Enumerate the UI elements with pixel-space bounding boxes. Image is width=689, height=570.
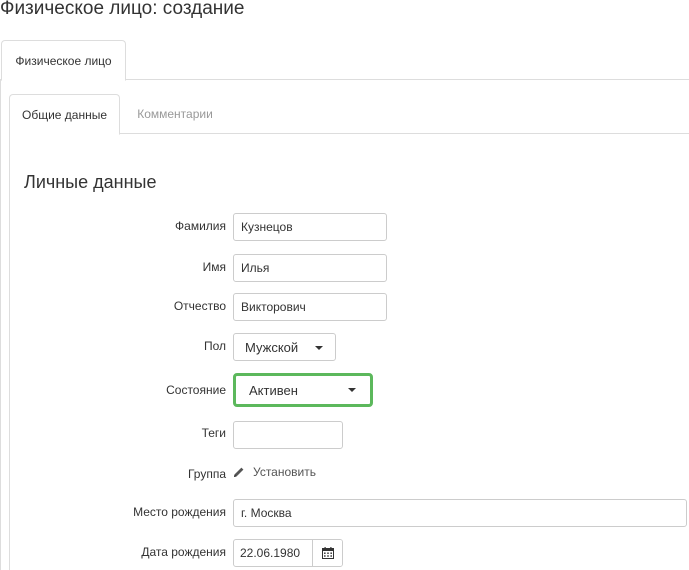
caret-down-icon [315, 346, 323, 350]
calendar-icon [321, 547, 334, 559]
gender-select-value: Мужской [245, 339, 299, 355]
status-select[interactable]: Активен [233, 373, 373, 407]
group-label: Группа [187, 467, 226, 481]
tags-label: Теги [201, 426, 226, 440]
status-label: Состояние [166, 383, 226, 397]
outer-tab-bar: Физическое лицо [0, 40, 689, 81]
pencil-icon [234, 467, 244, 477]
tab-individual[interactable]: Физическое лицо [1, 40, 126, 81]
calendar-button[interactable] [312, 540, 342, 566]
last-name-input[interactable]: Кузнецов [233, 213, 387, 241]
first-name-label: Имя [202, 260, 226, 274]
status-select-value: Активен [249, 382, 298, 398]
birth-date-field: 22.06.1980 [233, 539, 343, 567]
gender-select[interactable]: Мужской [233, 333, 336, 361]
birth-date-label: Дата рождения [141, 545, 226, 559]
tags-input[interactable] [233, 421, 343, 449]
last-name-label: Фамилия [175, 219, 226, 233]
middle-name-label: Отчество [173, 299, 226, 313]
section-title: Личные данные [24, 172, 157, 192]
group-set-link[interactable]: Установить [233, 463, 316, 481]
group-set-label: Установить [253, 465, 316, 479]
tab-comments[interactable]: Комментарии [120, 94, 230, 134]
gender-label: Пол [203, 339, 226, 353]
middle-name-input[interactable]: Викторович [233, 293, 387, 321]
birth-date-input[interactable]: 22.06.1980 [234, 540, 312, 566]
birth-place-input[interactable]: г. Москва [233, 499, 687, 527]
inner-tab-bar: Общие данные Комментарии [9, 94, 689, 135]
first-name-input[interactable]: Илья [233, 254, 387, 282]
page-title: Физическое лицо: создание [0, 0, 245, 19]
tab-general-data[interactable]: Общие данные [9, 94, 120, 135]
birth-place-label: Место рождения [133, 505, 226, 519]
caret-down-icon [348, 388, 356, 392]
